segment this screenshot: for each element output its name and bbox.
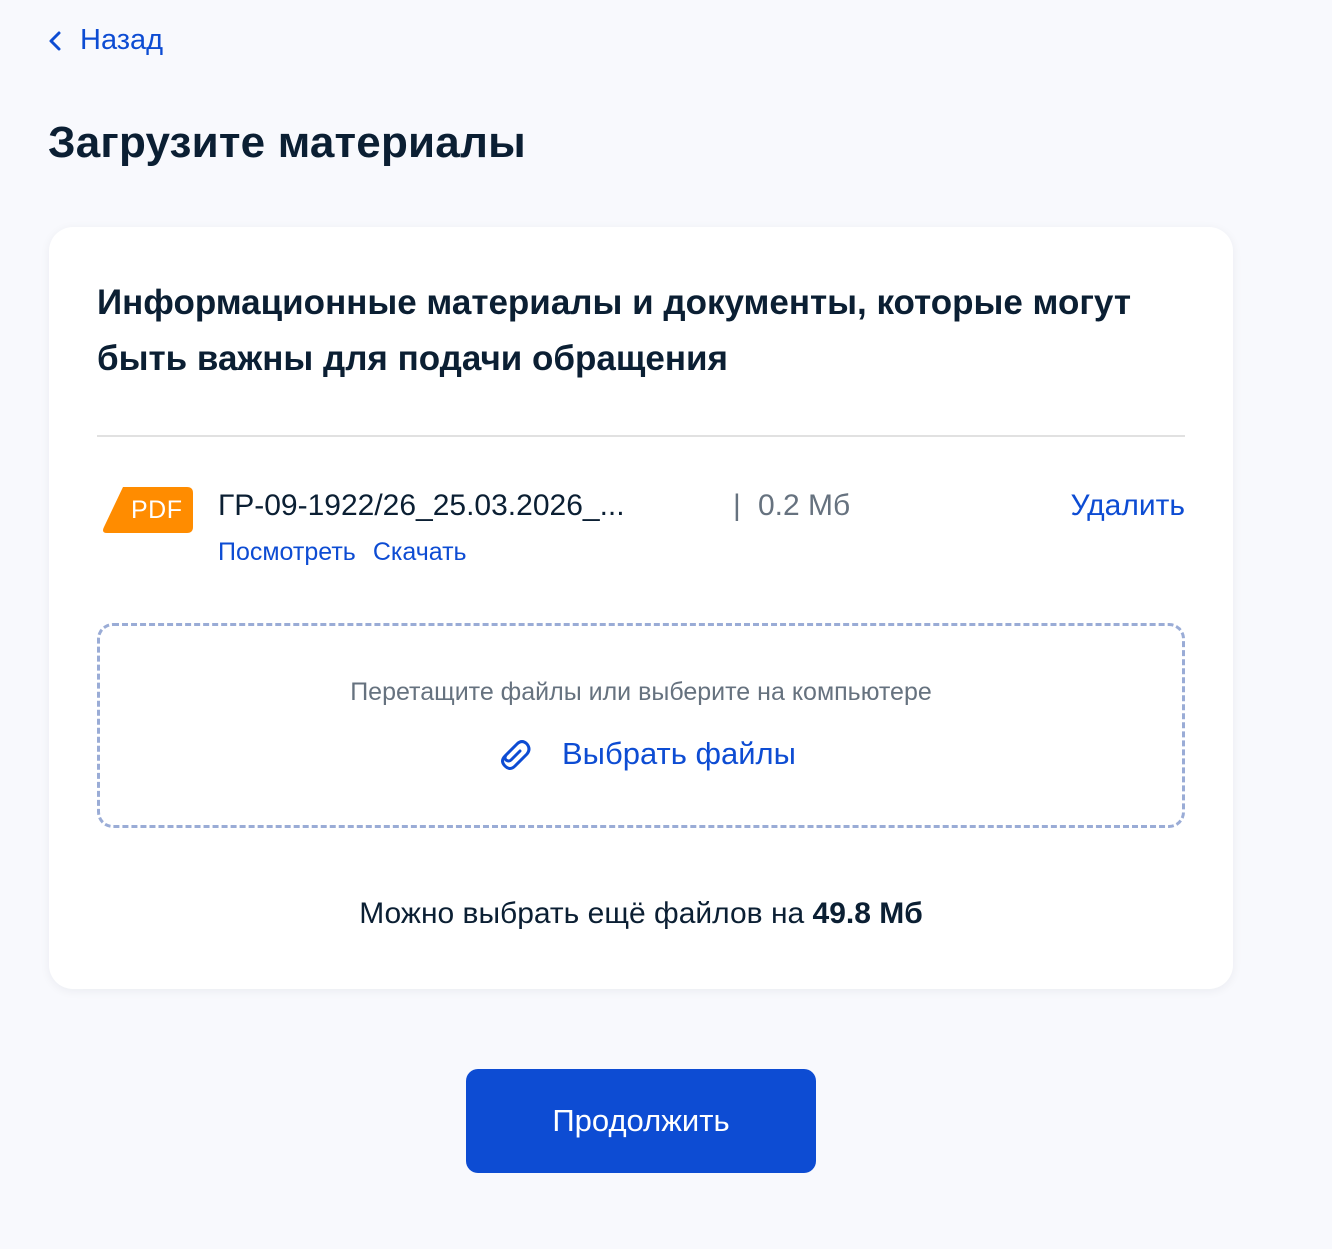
- file-type-label: PDF: [131, 496, 183, 524]
- view-file-link[interactable]: Посмотреть: [218, 538, 356, 567]
- continue-button[interactable]: Продолжить: [466, 1069, 816, 1173]
- quota-value: 49.8 Мб: [812, 897, 923, 930]
- delete-file-link[interactable]: Удалить: [1070, 489, 1185, 523]
- file-size: 0.2 Мб: [758, 489, 851, 522]
- back-link[interactable]: Назад: [48, 24, 163, 57]
- pdf-icon: PDF: [103, 487, 193, 533]
- paperclip-icon: [494, 734, 534, 774]
- quota-text: Можно выбрать ещё файлов на 49.8 Мб: [49, 897, 1233, 931]
- quota-prefix: Можно выбрать ещё файлов на: [359, 897, 805, 930]
- file-name: ГР-09-1922/26_25.03.2026_...: [218, 489, 625, 522]
- card-title: Информационные материалы и документы, ко…: [97, 283, 1131, 378]
- back-link-label: Назад: [80, 24, 164, 56]
- chevron-left-icon: [48, 30, 62, 52]
- file-item: PDF ГР-09-1922/26_25.03.2026_... | 0.2 М…: [97, 483, 1185, 573]
- choose-files-button[interactable]: Выбрать файлы: [494, 734, 796, 774]
- divider: [97, 435, 1185, 437]
- file-actions: Посмотреть Скачать: [218, 538, 467, 567]
- page-title: Загрузите материалы: [48, 118, 526, 167]
- file-separator: |: [733, 489, 741, 522]
- file-dropzone[interactable]: Перетащите файлы или выберите на компьют…: [97, 623, 1185, 828]
- download-file-link[interactable]: Скачать: [373, 538, 467, 567]
- dropzone-hint: Перетащите файлы или выберите на компьют…: [350, 678, 932, 706]
- choose-files-label: Выбрать файлы: [562, 736, 796, 771]
- upload-card: Информационные материалы и документы, ко…: [49, 227, 1233, 989]
